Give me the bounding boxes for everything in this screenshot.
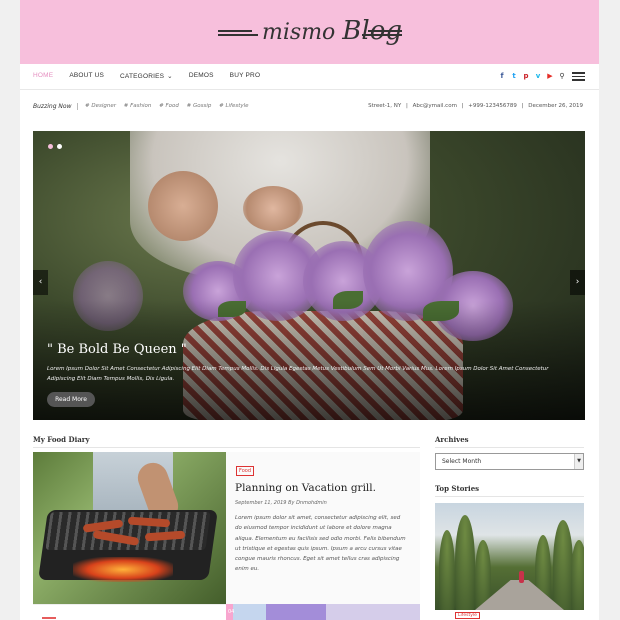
nav-item-categories-label: Categories [120,73,165,80]
slider-next-arrow[interactable]: › [570,270,585,295]
hero-hand-image [148,171,218,241]
page: mismo Blog Home About Us Categories⌄ Dem… [20,0,599,620]
archives-title-text: Archives [435,435,469,444]
top-story-category-badge[interactable]: Lifestyle [455,612,480,619]
logo-line-left-2 [218,30,252,32]
contact-address: Street-1, NY [368,103,402,109]
nav-menu: Home About Us Categories ⌄ Demos Buy Pro [33,72,276,80]
current-date: December 26, 2019 [528,103,583,109]
social-icons: f t p v ▶ ⚲ [496,70,585,83]
logo-word-1: mismo [262,20,336,45]
search-icon[interactable]: ⚲ [556,72,568,80]
tag-lifestyle[interactable]: # Lifestyle [219,103,248,109]
tag-fashion[interactable]: # Fashion [124,103,152,109]
contact-sep: | [461,103,464,109]
contact-sep: | [521,103,524,109]
contact-phone[interactable]: +999-123456789 [468,103,517,109]
menu-icon[interactable] [572,70,585,83]
hero-shade [33,300,585,420]
category-line [42,617,56,619]
next-posts-row: 04 [33,604,420,620]
category-badge[interactable]: Food [236,466,254,476]
top-stories-title: Top Stories [435,484,585,497]
runner-image [519,571,524,583]
nav-item-demos[interactable]: Demos [189,72,214,80]
slide-excerpt: Lorem Ipsum Dolor Sit Amet Consectetur A… [47,366,549,382]
post-image[interactable] [33,452,226,604]
featured-post: Food Planning on Vacation grill. Septemb… [33,452,420,604]
buzz-tags: # Designer # Fashion # Food # Gossip # L… [85,103,255,109]
hero-slider: ‹ › " Be Bold Be Queen " Lorem Ipsum Dol… [33,131,585,420]
logo-line-right [362,34,402,36]
buzzing-label: Buzzing Now [33,103,79,110]
logo-line-left [218,34,258,36]
next-post-card[interactable] [33,604,226,620]
contact-sep: | [406,103,408,109]
slider-dot[interactable] [57,144,62,149]
fire-image [73,557,173,582]
chevron-down-icon: ⌄ [167,73,173,80]
logo-line-right-2 [368,30,402,32]
slide-title[interactable]: " Be Bold Be Queen " [47,342,187,357]
post-excerpt: Lorem ipsum dolor sit amet, consectetur … [235,515,406,573]
main-nav: Home About Us Categories ⌄ Demos Buy Pro … [20,64,599,90]
post-author[interactable]: Dnmohdmin [296,500,327,506]
post-title[interactable]: Planning on Vacation grill. [235,482,376,494]
contact-email[interactable]: Abc@ymail.com [413,103,457,109]
tag-food[interactable]: # Food [159,103,179,109]
hero-hand-image-2 [243,186,303,231]
archives-select[interactable]: Select Month ▼ [435,453,584,470]
contact-info: Street-1, NY | Abc@ymail.com | +999-1234… [365,103,583,109]
twitter-icon[interactable]: t [508,72,520,80]
pinterest-icon[interactable]: p [520,72,532,80]
post-date: September 11, 2019 [235,500,287,506]
post-meta: September 11, 2019 By Dnmohdmin [235,500,327,506]
tag-gossip[interactable]: # Gossip [187,103,212,109]
tree-image [455,515,475,610]
tree-image [571,540,584,610]
post-author-prefix: By [288,500,295,506]
slider-prev-arrow[interactable]: ‹ [33,270,48,295]
nav-item-categories[interactable]: Categories ⌄ [120,72,173,80]
facebook-icon[interactable]: f [496,72,508,80]
slider-dots [48,144,62,149]
read-more-button[interactable]: Read More [47,392,95,407]
archives-title: Archives [435,435,583,448]
section-title: My Food Diary [33,435,420,448]
youtube-icon[interactable]: ▶ [544,72,556,80]
nav-item-buy-pro[interactable]: Buy Pro [230,72,261,80]
tree-image [439,530,455,610]
archives-select-value: Select Month [442,458,482,465]
tag-designer[interactable]: # Designer [85,103,116,109]
buzzing-bar: Buzzing Now # Designer # Fashion # Food … [33,103,583,117]
top-story-image[interactable] [435,503,584,610]
vimeo-icon[interactable]: v [532,72,544,80]
nav-item-about-us[interactable]: About Us [69,72,104,80]
top-stories-title-text: Top Stories [435,484,480,493]
chevron-down-icon: ▼ [574,454,583,469]
tree-image [553,520,573,610]
post-number-badge: 04 [228,609,235,615]
nav-item-home[interactable]: Home [33,72,53,80]
site-logo[interactable]: mismo Blog [218,12,402,52]
section-title-text: My Food Diary [33,435,90,444]
site-header: mismo Blog [20,0,599,64]
slider-dot[interactable] [48,144,53,149]
next-post-image[interactable]: 04 [226,604,420,620]
